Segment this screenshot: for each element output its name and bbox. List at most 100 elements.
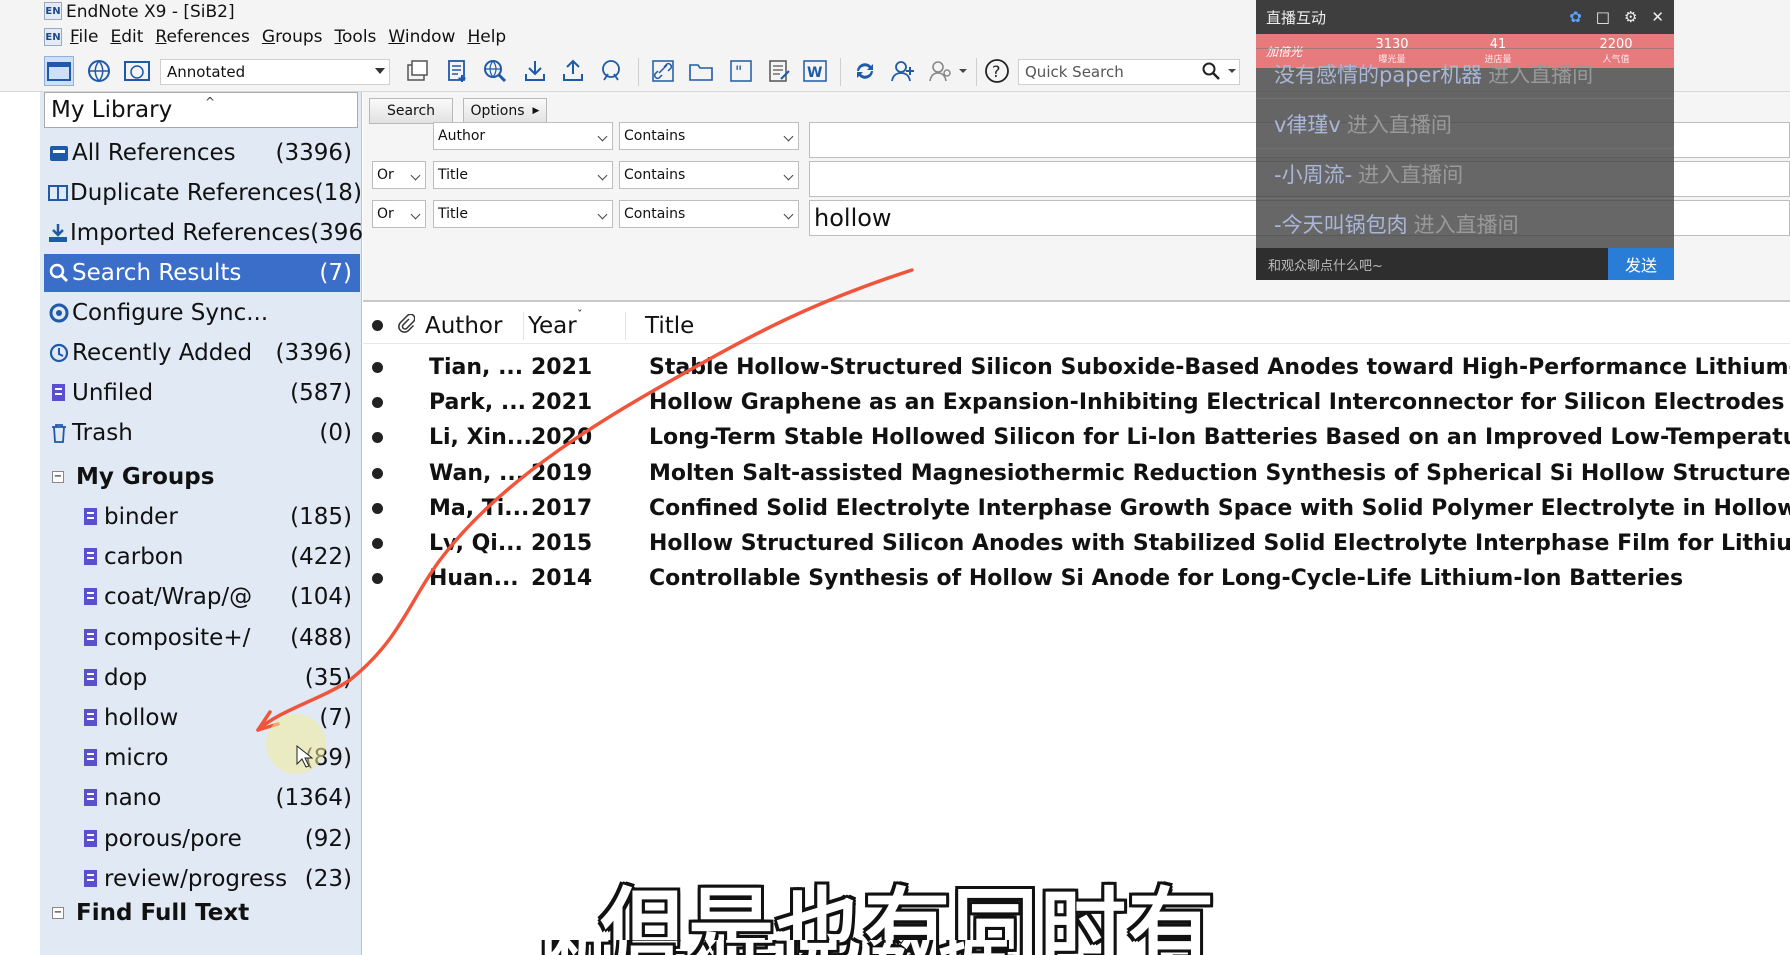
- sidebar-item-label: Search Results: [72, 260, 242, 286]
- sidebar-item-trash[interactable]: Trash (0): [44, 414, 360, 452]
- column-header-title[interactable]: Title: [645, 313, 694, 339]
- table-row[interactable]: Park, ... 2021 Hollow Graphene as an Expan…: [363, 385, 1790, 420]
- new-reference-icon[interactable]: [442, 56, 472, 86]
- sidebar-group-item[interactable]: review/progress (23): [44, 860, 360, 898]
- sidebar-group-item[interactable]: nano (1364): [44, 779, 360, 817]
- group-icon: [80, 828, 102, 850]
- sidebar-group-label: dop: [104, 664, 148, 691]
- search-icon[interactable]: [1200, 56, 1222, 86]
- sidebar-group-count: (92): [304, 825, 352, 852]
- cell-author: Wan, ...: [429, 460, 525, 486]
- sidebar-item-label: Imported References: [70, 220, 311, 246]
- import-icon[interactable]: [520, 56, 550, 86]
- search-field-select[interactable]: Title: [433, 161, 613, 189]
- table-row[interactable]: Lv, Qi... 2015 Hollow Structured Silicon A…: [363, 526, 1790, 561]
- sidebar-item-duplicate-references[interactable]: Duplicate References (18): [44, 174, 362, 212]
- menu-file[interactable]: File: [70, 27, 98, 47]
- search-button[interactable]: Search: [369, 98, 453, 124]
- search-bool-select[interactable]: Or: [372, 200, 426, 228]
- my-groups-header[interactable]: − My Groups: [44, 458, 360, 496]
- live-message-user: v律瑾v: [1274, 112, 1341, 137]
- open-link-icon[interactable]: [648, 56, 678, 86]
- search-operator-select[interactable]: Contains: [619, 122, 799, 150]
- sidebar-item-recently-added[interactable]: Recently Added (3396): [44, 334, 360, 372]
- document-icon[interactable]: EN: [44, 28, 62, 46]
- search-icon: [48, 262, 70, 284]
- menu-groups[interactable]: Groups: [262, 27, 323, 47]
- menu-help[interactable]: Help: [467, 27, 506, 47]
- svg-text:W: W: [807, 65, 822, 81]
- sidebar-item-search-results[interactable]: Search Results (7): [44, 254, 360, 292]
- collapse-icon[interactable]: −: [52, 907, 64, 919]
- group-icon: [80, 546, 102, 568]
- sidebar-item-unfiled[interactable]: Unfiled (587): [44, 374, 360, 412]
- sidebar-group-item[interactable]: composite+/ (488): [44, 619, 360, 657]
- cell-author: Park, ...: [429, 390, 526, 416]
- unread-dot-icon: [372, 538, 383, 549]
- open-file-icon[interactable]: [686, 56, 716, 86]
- table-row[interactable]: Ma, Ti... 2017 Confined Solid Electrolyte …: [363, 491, 1790, 526]
- search-operator-select[interactable]: Contains: [619, 200, 799, 228]
- online-search-globe-icon[interactable]: [480, 56, 510, 86]
- share-icon[interactable]: [888, 56, 918, 86]
- sidebar-item-all-references[interactable]: All References (3396): [44, 134, 360, 172]
- integrated-library-icon[interactable]: [122, 56, 152, 86]
- search-operator-select[interactable]: Contains: [619, 161, 799, 189]
- column-header-author[interactable]: Author: [425, 313, 502, 339]
- export-icon[interactable]: [558, 56, 588, 86]
- table-row[interactable]: Wan, ... 2019 Molten Salt-assisted Magnesi…: [363, 456, 1790, 491]
- menu-references[interactable]: References: [155, 27, 249, 47]
- table-row[interactable]: Huan... 2014 Controllable Synthesis of Hol…: [363, 561, 1790, 596]
- attachment-column-icon[interactable]: [397, 313, 416, 340]
- column-divider[interactable]: [625, 312, 626, 340]
- column-divider[interactable]: [523, 312, 524, 340]
- chevron-down-icon[interactable]: [956, 56, 970, 86]
- find-full-text-icon[interactable]: [596, 56, 626, 86]
- sync-icon[interactable]: [850, 56, 880, 86]
- lock-icon[interactable]: □: [1596, 8, 1610, 26]
- window-title: EndNote X9 - [SiB2]: [66, 2, 235, 22]
- sidebar-item-label: All References: [72, 140, 236, 166]
- chevron-down-icon[interactable]: [1224, 56, 1240, 86]
- output-style-select[interactable]: Annotated: [160, 59, 390, 85]
- send-button[interactable]: 发送: [1608, 248, 1674, 280]
- menu-tools[interactable]: Tools: [335, 27, 377, 47]
- search-field-select[interactable]: Author: [433, 122, 613, 150]
- column-header-year[interactable]: Year: [528, 313, 577, 339]
- copy-to-library-icon[interactable]: [402, 56, 432, 86]
- share-group-icon[interactable]: [926, 56, 956, 86]
- group-icon: [80, 586, 102, 608]
- gear-icon[interactable]: ⚙: [1624, 8, 1637, 26]
- options-button[interactable]: Options ▶: [463, 98, 547, 124]
- close-icon[interactable]: ✕: [1651, 8, 1664, 26]
- table-row[interactable]: Tian, ... 2021 Stable Hollow-Structured Si…: [363, 350, 1790, 385]
- menu-window[interactable]: Window: [388, 27, 455, 47]
- sidebar-group-item[interactable]: carbon (422): [44, 538, 360, 576]
- sidebar-group-label: hollow: [104, 705, 179, 731]
- read-status-column-icon[interactable]: [372, 320, 383, 331]
- sidebar-item-imported-references[interactable]: Imported References (396): [44, 214, 372, 252]
- search-bool-select[interactable]: Or: [372, 161, 426, 189]
- sidebar-group-item[interactable]: binder (185): [44, 498, 360, 536]
- sidebar-group-item[interactable]: micro (89): [44, 739, 360, 777]
- sidebar-group-item[interactable]: porous/pore (92): [44, 820, 360, 858]
- online-search-icon[interactable]: [84, 56, 114, 86]
- search-field-select[interactable]: Title: [433, 200, 613, 228]
- sidebar-group-item[interactable]: dop (35): [44, 659, 360, 697]
- collapse-icon[interactable]: −: [52, 471, 64, 483]
- help-icon[interactable]: ?: [982, 56, 1012, 86]
- find-full-text-header[interactable]: − Find Full Text: [44, 894, 360, 932]
- format-bibliography-icon[interactable]: [764, 56, 794, 86]
- sidebar-item-configure-sync[interactable]: Configure Sync...: [44, 294, 360, 332]
- local-library-icon[interactable]: [44, 56, 74, 86]
- my-library-header[interactable]: My Library ^: [44, 92, 358, 128]
- table-row[interactable]: Li, Xin... 2020 Long-Term Stable Hollowed …: [363, 420, 1790, 455]
- sidebar-group-label: review/progress: [104, 865, 288, 892]
- live-chat-input[interactable]: 和观众聊点什么吧~ 发送: [1256, 248, 1674, 280]
- insert-citation-icon[interactable]: ": [726, 56, 756, 86]
- word-icon[interactable]: W: [800, 56, 830, 86]
- menu-edit[interactable]: Edit: [110, 27, 143, 47]
- sidebar-group-item[interactable]: coat/Wrap/@ (104): [44, 578, 360, 616]
- settings-icon[interactable]: ✿: [1569, 8, 1582, 26]
- sidebar-group-item[interactable]: hollow (7): [44, 699, 360, 737]
